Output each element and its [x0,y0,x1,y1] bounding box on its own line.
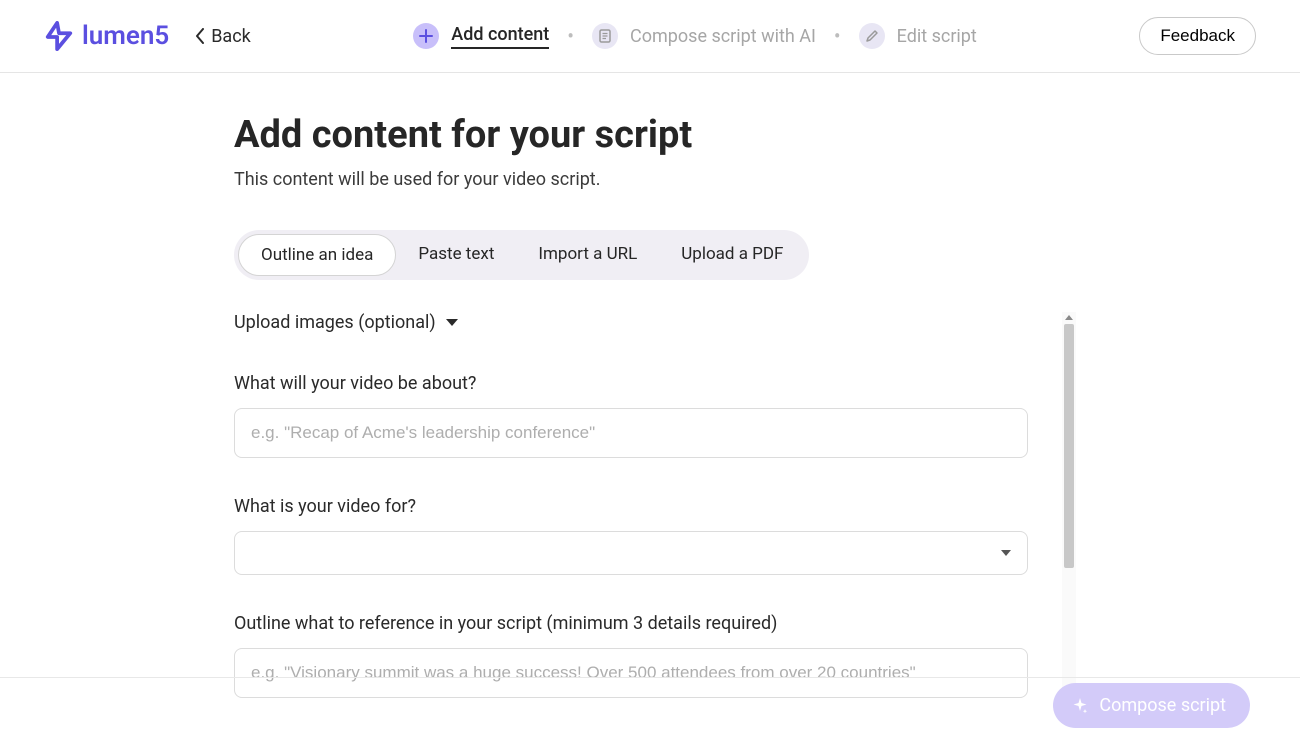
brand-name: lumen5 [82,21,169,51]
document-icon [592,23,618,49]
sparkle-icon [1071,697,1089,715]
header: lumen5 Back Add content • Compose script… [0,0,1300,73]
step-label: Compose script with AI [630,26,816,47]
chevron-down-icon [1001,550,1011,556]
video-about-input[interactable] [234,408,1028,458]
progress-steps: Add content • Compose script with AI • E… [251,23,1140,49]
compose-script-button[interactable]: Compose script [1053,683,1250,728]
tab-outline-idea[interactable]: Outline an idea [238,234,396,276]
content-mode-tabs: Outline an idea Paste text Import a URL … [234,230,809,280]
step-label: Add content [451,24,549,49]
pencil-icon [859,23,885,49]
step-separator: • [834,24,841,48]
brand-logo[interactable]: lumen5 [44,21,169,51]
step-compose-ai[interactable]: Compose script with AI [592,23,816,49]
scrollbar-thumb[interactable] [1064,324,1074,568]
back-label: Back [211,26,251,47]
page-title: Add content for your script [234,113,1300,157]
outline-input[interactable] [234,648,1028,698]
page-subtitle: This content will be used for your video… [234,169,1300,190]
plus-icon [413,23,439,49]
tab-import-url[interactable]: Import a URL [516,234,659,276]
back-button[interactable]: Back [195,26,251,47]
chevron-left-icon [195,28,205,44]
upload-images-toggle[interactable]: Upload images (optional) [234,312,1050,333]
step-add-content[interactable]: Add content [413,23,549,49]
video-for-select[interactable] [234,531,1028,575]
form-scroll-region[interactable]: Upload images (optional) What will your … [234,312,1064,702]
step-separator: • [567,24,574,48]
scrollbar[interactable] [1062,312,1076,702]
form-area: Upload images (optional) What will your … [234,312,1064,702]
step-edit-script[interactable]: Edit script [859,23,977,49]
compose-script-label: Compose script [1099,695,1226,716]
step-label: Edit script [897,26,977,47]
upload-images-label: Upload images (optional) [234,312,436,333]
outline-label: Outline what to reference in your script… [234,613,1050,634]
footer-divider [0,677,1300,678]
main-content: Add content for your script This content… [0,73,1300,702]
video-about-label: What will your video be about? [234,373,1050,394]
caret-down-icon [446,319,458,326]
video-for-label: What is your video for? [234,496,1050,517]
tab-paste-text[interactable]: Paste text [396,234,516,276]
feedback-button[interactable]: Feedback [1139,17,1256,55]
brand-logo-icon [44,21,74,51]
scroll-up-arrow-icon [1065,315,1073,320]
tab-upload-pdf[interactable]: Upload a PDF [659,234,805,276]
